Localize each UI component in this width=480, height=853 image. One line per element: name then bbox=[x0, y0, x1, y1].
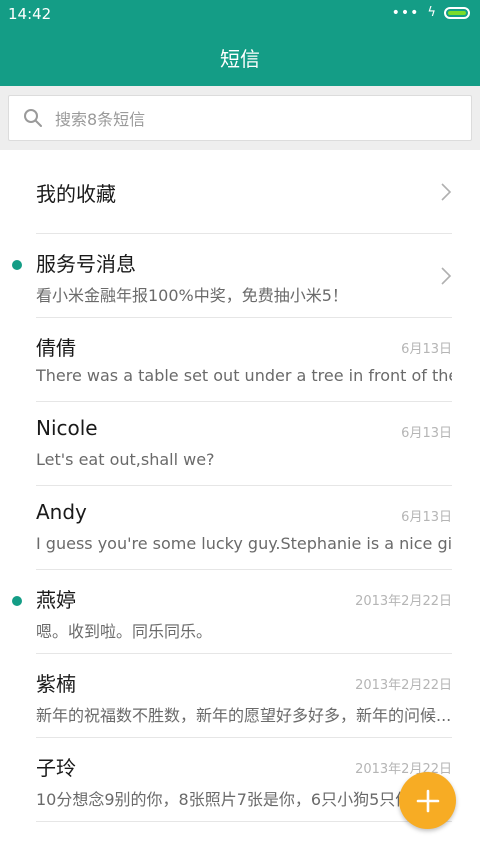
conversation-item[interactable]: 紫楠 2013年2月22日 新年的祝福数不胜数，新年的愿望好多好多，新年的问候.… bbox=[36, 654, 452, 738]
charging-icon: ϟ bbox=[427, 5, 436, 20]
conversation-name: 服务号消息 bbox=[36, 252, 136, 276]
conversation-item[interactable]: Andy 6月13日 I guess you're some lucky guy… bbox=[36, 486, 452, 570]
search-input[interactable]: 搜索8条短信 bbox=[8, 95, 472, 141]
new-message-button[interactable] bbox=[399, 772, 456, 829]
conversation-date: 6月13日 bbox=[401, 426, 452, 441]
search-icon bbox=[24, 109, 42, 127]
status-bar: 14:42 ••• ϟ bbox=[0, 0, 480, 28]
message-preview: 看小米金融年报100%中奖，免费抽小米5！ bbox=[36, 286, 348, 305]
status-icons: ••• ϟ bbox=[392, 6, 470, 20]
message-preview: 10分想念9别的你，8张照片7张是你，6只小狗5只像你 bbox=[36, 790, 428, 809]
signal-dots-icon: ••• bbox=[391, 5, 420, 21]
conversation-item[interactable]: 燕婷 2013年2月22日 嗯。收到啦。同乐同乐。 bbox=[12, 570, 452, 654]
battery-icon bbox=[444, 7, 470, 19]
chevron-right-icon bbox=[441, 183, 452, 201]
search-placeholder: 搜索8条短信 bbox=[55, 110, 146, 129]
message-preview: Let's eat out,shall we? bbox=[36, 450, 215, 469]
chevron-right-icon bbox=[441, 267, 452, 285]
conversation-item[interactable]: 子玲 2013年2月22日 10分想念9别的你，8张照片7张是你，6只小狗5只像… bbox=[36, 738, 452, 822]
status-time: 14:42 bbox=[8, 5, 52, 23]
conversation-name: Andy bbox=[36, 500, 87, 524]
conversation-date: 2013年2月22日 bbox=[355, 678, 452, 693]
conversation-list: 我的收藏 服务号消息 看小米金融年报100%中奖，免费抽小米5！ 倩倩 6月13… bbox=[0, 150, 480, 822]
conversation-name: 燕婷 bbox=[36, 588, 76, 612]
plus-icon bbox=[416, 789, 439, 812]
favorites-item[interactable]: 我的收藏 bbox=[36, 150, 452, 234]
unread-indicator bbox=[12, 596, 22, 606]
message-preview: 新年的祝福数不胜数，新年的愿望好多好多，新年的问候... bbox=[36, 706, 452, 725]
conversation-item[interactable]: 倩倩 6月13日 There was a table set out under… bbox=[36, 318, 452, 402]
message-preview: I guess you're some lucky guy.Stephanie … bbox=[36, 534, 452, 553]
conversation-item[interactable]: Nicole 6月13日 Let's eat out,shall we? bbox=[36, 402, 452, 486]
page-title: 短信 bbox=[220, 46, 260, 71]
unread-indicator bbox=[12, 260, 22, 270]
conversation-name: 子玲 bbox=[36, 756, 76, 780]
conversation-date: 2013年2月22日 bbox=[355, 594, 452, 609]
conversation-date: 6月13日 bbox=[401, 510, 452, 525]
conversation-date: 6月13日 bbox=[401, 342, 452, 357]
conversation-name: 倩倩 bbox=[36, 336, 76, 360]
message-preview: 嗯。收到啦。同乐同乐。 bbox=[36, 622, 213, 641]
message-preview: There was a table set out under a tree i… bbox=[36, 366, 452, 385]
app-bar: 短信 bbox=[0, 28, 480, 86]
conversation-name: 我的收藏 bbox=[36, 182, 116, 206]
service-messages-item[interactable]: 服务号消息 看小米金融年报100%中奖，免费抽小米5！ bbox=[12, 234, 452, 318]
conversation-name: 紫楠 bbox=[36, 672, 76, 696]
conversation-name: Nicole bbox=[36, 416, 98, 440]
search-area: 搜索8条短信 bbox=[0, 86, 480, 150]
